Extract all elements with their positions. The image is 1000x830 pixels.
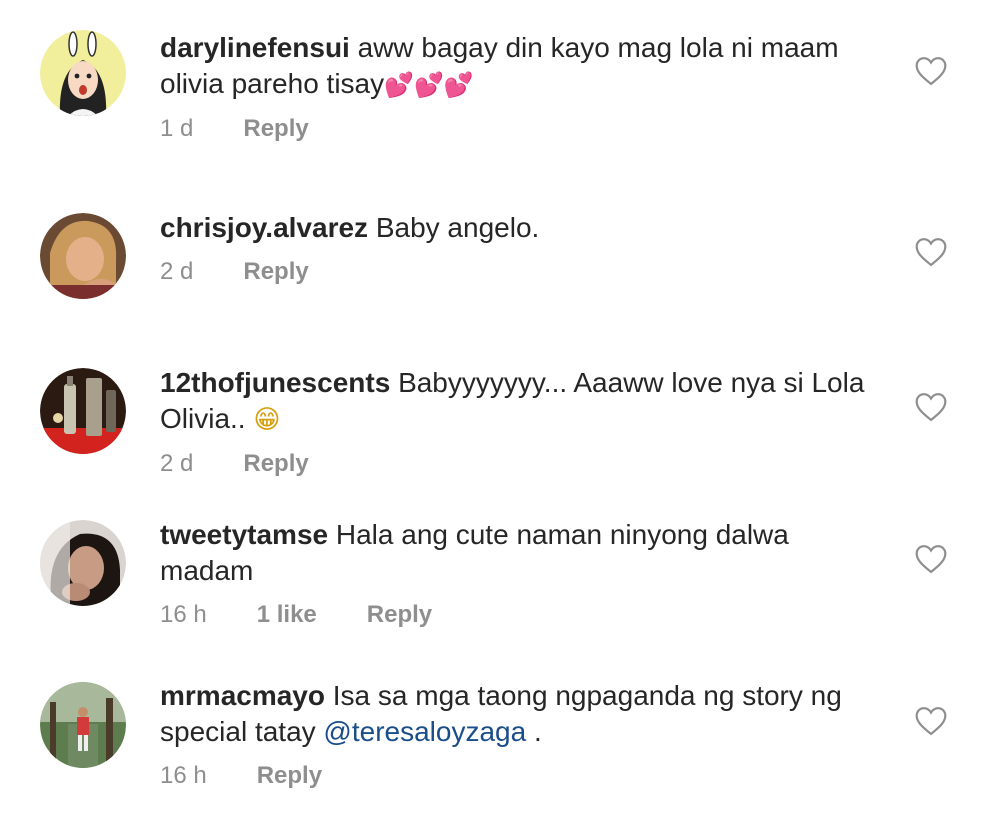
comment-meta: 1 d Reply <box>160 115 880 143</box>
comment-text: 12thofjunescents Babyyyyyyy... Aaaww lov… <box>160 365 880 438</box>
heart-outline-icon <box>915 707 947 736</box>
heart-outline-icon <box>915 545 947 574</box>
two-hearts-emoji-icon: 💕💕💕 <box>384 71 474 99</box>
comment-text: chrisjoy.alvarez Baby angelo. <box>160 210 880 246</box>
like-button[interactable] <box>914 706 948 736</box>
comment-text: mrmacmayo Isa sa mga taong ngpaganda ng … <box>160 678 880 750</box>
reply-button[interactable]: Reply <box>367 601 432 629</box>
comment-meta: 2 d Reply <box>160 450 880 478</box>
comment-username[interactable]: darylinefensui <box>160 32 350 63</box>
avatar-image <box>40 213 126 299</box>
comment-time: 2 d <box>160 258 194 285</box>
comment-meta: 2 d Reply <box>160 258 880 286</box>
comment-text: darylinefensui aww bagay din kayo mag lo… <box>160 30 880 103</box>
avatar[interactable] <box>40 520 126 606</box>
avatar-image <box>40 682 126 768</box>
heart-outline-icon <box>915 393 947 422</box>
comment-username[interactable]: chrisjoy.alvarez <box>160 212 368 243</box>
comment-time: 2 d <box>160 450 194 477</box>
like-button[interactable] <box>914 237 948 267</box>
mention-link[interactable]: @teresaloyzaga <box>323 716 526 747</box>
reply-button[interactable]: Reply <box>243 450 308 478</box>
heart-outline-icon <box>915 57 947 86</box>
comment-username[interactable]: 12thofjunescents <box>160 367 390 398</box>
heart-outline-icon <box>915 238 947 267</box>
avatar-image <box>40 30 126 116</box>
comment-meta: 16 h Reply <box>160 762 880 790</box>
comment-username[interactable]: tweetytamse <box>160 519 328 550</box>
comment-time: 1 d <box>160 115 194 142</box>
avatar[interactable] <box>40 30 126 116</box>
comment-body: Baby angelo. <box>375 212 540 243</box>
reply-button[interactable]: Reply <box>257 762 322 790</box>
reply-button[interactable]: Reply <box>243 258 308 286</box>
avatar-image <box>40 368 126 454</box>
like-button[interactable] <box>914 56 948 86</box>
comment-time: 16 h <box>160 601 207 628</box>
comment-meta: 16 h 1 like Reply <box>160 601 880 629</box>
avatar[interactable] <box>40 368 126 454</box>
like-button[interactable] <box>914 392 948 422</box>
likes-count[interactable]: 1 like <box>257 601 317 629</box>
avatar-image <box>40 520 126 606</box>
avatar[interactable] <box>40 213 126 299</box>
avatar[interactable] <box>40 682 126 768</box>
reply-button[interactable]: Reply <box>243 115 308 143</box>
grinning-face-emoji-icon: 😁 <box>253 405 281 435</box>
comment-username[interactable]: mrmacmayo <box>160 680 325 711</box>
comment-suffix: . <box>526 716 542 747</box>
comment-time: 16 h <box>160 762 207 789</box>
like-button[interactable] <box>914 544 948 574</box>
comment-text: tweetytamse Hala ang cute naman ninyong … <box>160 517 880 589</box>
